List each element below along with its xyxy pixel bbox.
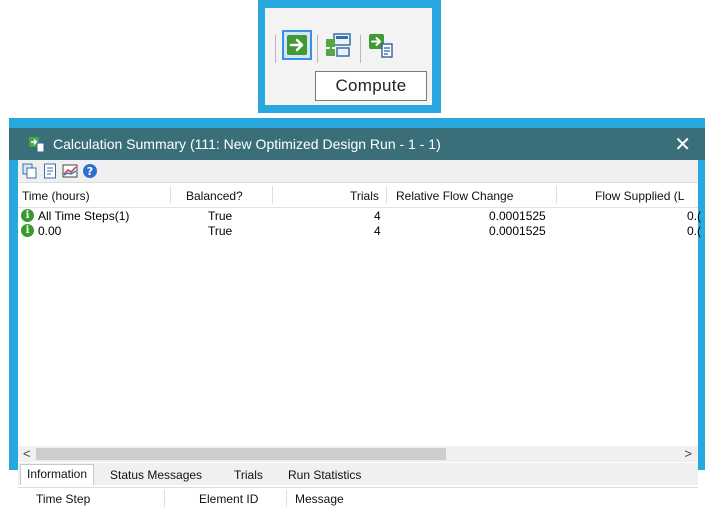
cell-time: All Time Steps(1) — [38, 209, 130, 223]
column-relative-flow-change[interactable]: Relative Flow Change — [396, 189, 513, 203]
tab-run-statistics[interactable]: Run Statistics — [282, 466, 367, 485]
compute-button[interactable] — [282, 30, 312, 60]
column-separator[interactable] — [272, 186, 273, 204]
calculation-summary-dialog: Calculation Summary (111: New Optimized … — [9, 118, 705, 508]
column-flow-supplied[interactable]: Flow Supplied (L — [595, 189, 684, 203]
compute-report-icon — [369, 34, 393, 58]
table-row[interactable]: i All Time Steps(1) True 4 0.0001525 0.( — [18, 209, 702, 223]
column-trials[interactable]: Trials — [350, 189, 379, 203]
dialog-title: Calculation Summary (111: New Optimized … — [53, 136, 441, 152]
network-map-icon — [326, 33, 351, 57]
toolbar-separator — [275, 35, 276, 63]
column-time-hours[interactable]: Time (hours) — [22, 189, 90, 203]
table-row[interactable]: i 0.00 True 4 0.0001525 0.( — [18, 224, 702, 238]
column-separator[interactable] — [556, 186, 557, 204]
cell-balanced: True — [208, 224, 233, 238]
cell-flow-supplied: 0.( — [687, 224, 702, 238]
cell-relative-flow-change: 0.0001525 — [489, 224, 546, 238]
svg-text:?: ? — [87, 165, 93, 178]
column-element-id[interactable]: Element ID — [199, 492, 258, 506]
column-separator[interactable] — [386, 186, 387, 204]
help-icon[interactable]: ? — [82, 163, 98, 179]
copy-icon[interactable] — [22, 163, 38, 179]
column-separator[interactable] — [286, 490, 287, 507]
close-button[interactable]: ✕ — [674, 132, 691, 157]
compute-report-button[interactable] — [366, 30, 396, 60]
messages-grid-header: Time Step Element ID Message — [18, 487, 698, 508]
tab-information[interactable]: Information — [20, 464, 95, 485]
column-separator[interactable] — [170, 186, 171, 204]
tab-trials[interactable]: Trials — [228, 466, 269, 485]
cell-trials: 4 — [374, 209, 381, 223]
dialog-titlebar[interactable]: Calculation Summary (111: New Optimized … — [9, 128, 705, 160]
toolbar-separator — [360, 35, 361, 63]
graph-icon[interactable] — [62, 163, 78, 179]
calculation-summary-icon — [29, 137, 45, 153]
column-balanced[interactable]: Balanced? — [186, 189, 243, 203]
column-separator[interactable] — [164, 490, 165, 507]
network-map-button[interactable] — [323, 30, 353, 60]
dialog-client: ? Time (hours) Balanced? Trials Relative… — [18, 160, 702, 508]
cell-flow-supplied: 0.( — [687, 209, 702, 223]
info-icon: i — [21, 209, 34, 222]
column-message[interactable]: Message — [295, 492, 344, 506]
scroll-left-button[interactable]: < — [23, 446, 31, 462]
compute-arrow-icon — [287, 35, 307, 55]
compute-tooltip: Compute — [315, 71, 427, 101]
info-icon: i — [21, 224, 34, 237]
dialog-toolbar: ? — [18, 160, 698, 183]
toolbar-strip: Compute — [265, 8, 432, 105]
column-time-step[interactable]: Time Step — [36, 492, 90, 506]
horizontal-scrollbar[interactable]: < > — [18, 446, 698, 462]
tab-strip: Information Status Messages Trials Run S… — [18, 463, 698, 485]
tab-status-messages[interactable]: Status Messages — [104, 466, 208, 485]
scrollbar-thumb[interactable] — [36, 448, 446, 460]
cell-time: 0.00 — [38, 224, 62, 238]
cell-trials: 4 — [374, 224, 381, 238]
toolbar-separator — [317, 35, 318, 63]
report-icon[interactable] — [42, 163, 58, 179]
toolbar-callout: Compute — [258, 0, 441, 113]
cell-relative-flow-change: 0.0001525 — [489, 209, 546, 223]
cell-balanced: True — [208, 209, 233, 223]
scroll-right-button[interactable]: > — [684, 446, 692, 462]
summary-grid-header: Time (hours) Balanced? Trials Relative F… — [18, 183, 698, 208]
